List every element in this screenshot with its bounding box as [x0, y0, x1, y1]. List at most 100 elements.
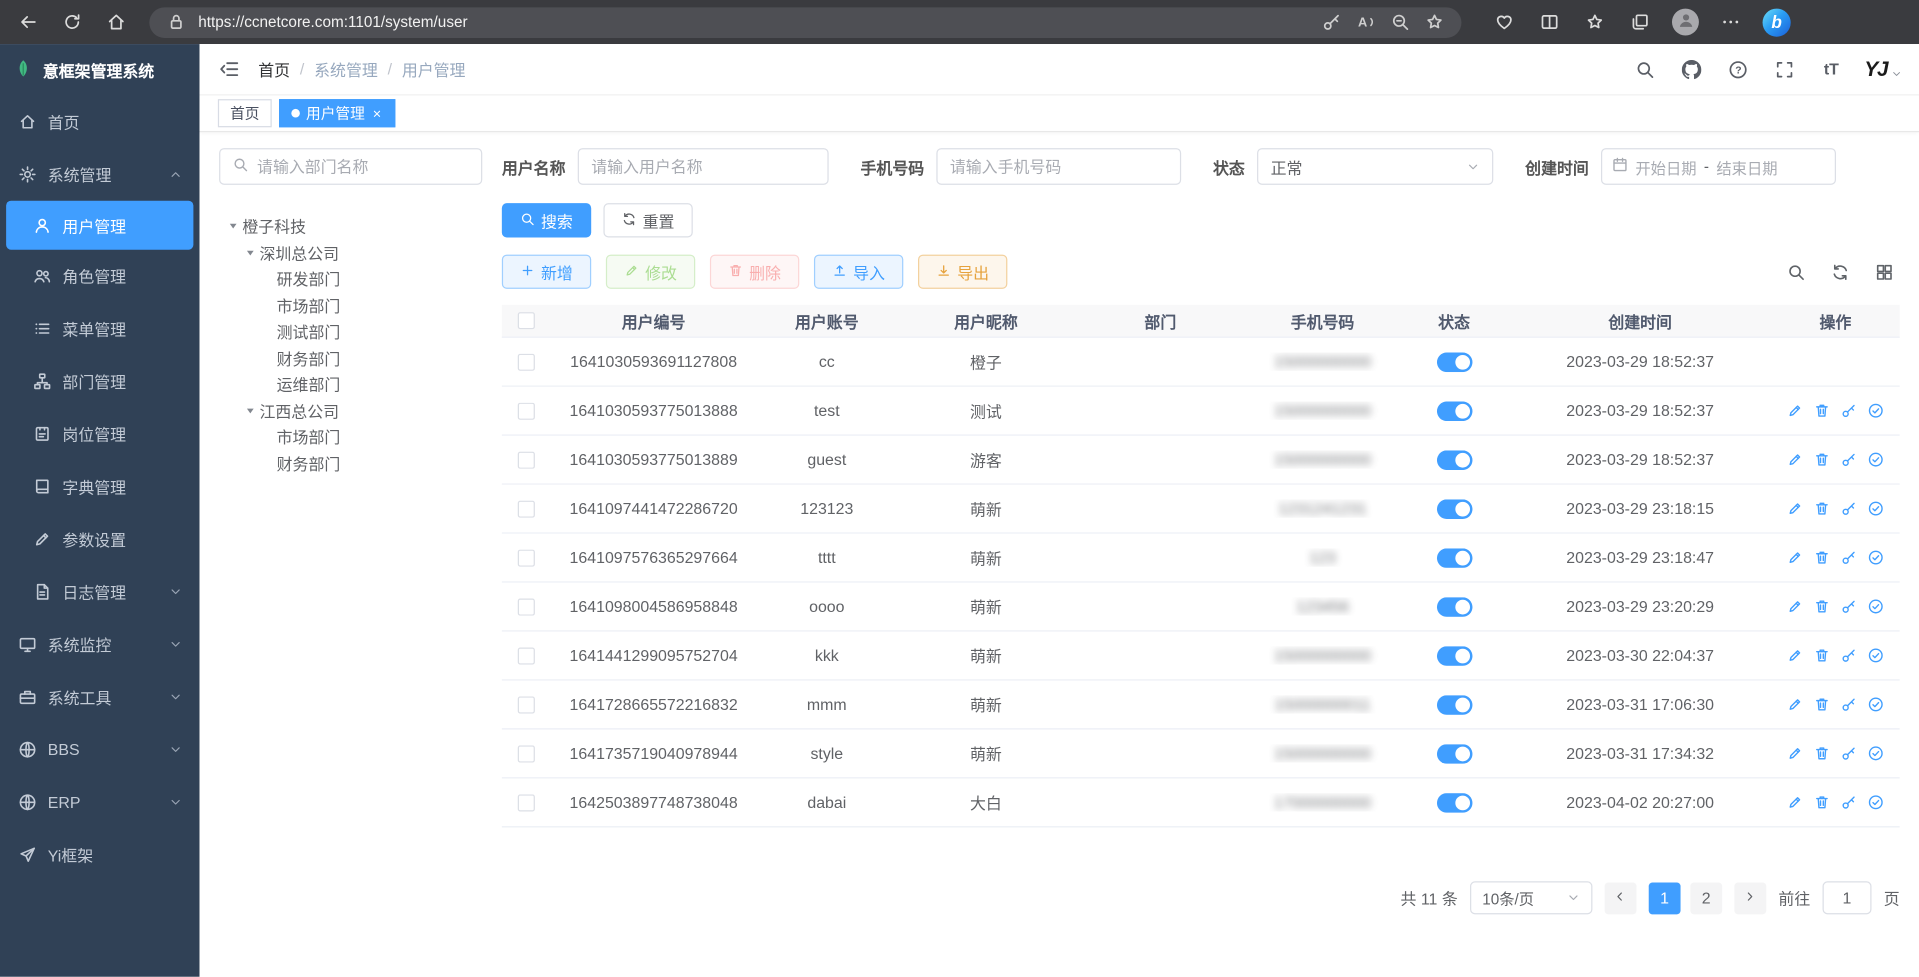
tree-node[interactable]: 橙子科技 — [219, 213, 482, 239]
sidebar-item-system[interactable]: 系统管理 — [0, 148, 200, 201]
row-delete-icon[interactable] — [1814, 745, 1830, 761]
table-row[interactable]: 1641728665572216832mmm萌新150000000112023-… — [502, 681, 1900, 730]
row-reset-password-icon[interactable] — [1841, 696, 1857, 712]
row-reset-password-icon[interactable] — [1841, 452, 1857, 468]
row-checkbox[interactable] — [518, 451, 535, 468]
browser-refresh-button[interactable] — [59, 9, 86, 36]
phone-input[interactable] — [936, 148, 1181, 185]
row-checkbox[interactable] — [518, 549, 535, 566]
close-icon[interactable] — [371, 107, 383, 119]
next-page-button[interactable] — [1734, 882, 1766, 914]
sidebar-item-home[interactable]: 首页 — [0, 95, 200, 148]
row-assign-role-icon[interactable] — [1868, 745, 1884, 761]
reset-button[interactable]: 重置 — [603, 203, 692, 237]
row-delete-icon[interactable] — [1814, 696, 1830, 712]
table-row[interactable]: 1641735719040978944style萌新15000000000202… — [502, 730, 1900, 779]
browser-home-button[interactable] — [103, 9, 130, 36]
row-assign-role-icon[interactable] — [1868, 452, 1884, 468]
table-row[interactable]: 1641030593691127808cc橙子150000000002023-0… — [502, 338, 1900, 387]
refresh-table-icon[interactable] — [1829, 261, 1851, 283]
tree-node[interactable]: 江西总公司 — [219, 397, 482, 423]
help-icon[interactable]: ? — [1725, 56, 1752, 83]
row-assign-role-icon[interactable] — [1868, 794, 1884, 810]
toggle-search-icon[interactable] — [1785, 261, 1807, 283]
browser-essentials-icon[interactable] — [1491, 9, 1518, 36]
edit-button[interactable]: 修改 — [606, 255, 695, 289]
select-all-checkbox[interactable] — [518, 312, 535, 329]
tree-node[interactable]: 研发部门 — [219, 266, 482, 292]
status-toggle[interactable] — [1436, 597, 1471, 617]
tree-node[interactable]: 财务部门 — [219, 345, 482, 371]
tree-node[interactable]: 财务部门 — [219, 450, 482, 476]
page-button-2[interactable]: 2 — [1690, 882, 1722, 914]
sidebar-item-log[interactable]: 日志管理 — [0, 565, 200, 618]
sidebar-item-yi-framework[interactable]: Yi框架 — [0, 829, 200, 882]
row-reset-password-icon[interactable] — [1841, 794, 1857, 810]
status-toggle[interactable] — [1436, 548, 1471, 568]
row-assign-role-icon[interactable] — [1868, 696, 1884, 712]
sidebar-item-menu[interactable]: 菜单管理 — [0, 302, 200, 355]
table-row[interactable]: 1642503897748738048dabai大白17000000000202… — [502, 778, 1900, 827]
sidebar-item-post[interactable]: 岗位管理 — [0, 408, 200, 461]
tree-node[interactable]: 运维部门 — [219, 371, 482, 397]
row-reset-password-icon[interactable] — [1841, 599, 1857, 615]
status-toggle[interactable] — [1436, 793, 1471, 813]
fullscreen-icon[interactable] — [1771, 56, 1798, 83]
status-toggle[interactable] — [1436, 499, 1471, 519]
table-row[interactable]: 1641441299095752704kkk萌新150000000002023-… — [502, 632, 1900, 681]
sidebar-item-tools[interactable]: 系统工具 — [0, 671, 200, 724]
prev-page-button[interactable] — [1605, 882, 1637, 914]
profile-avatar[interactable] — [1672, 9, 1699, 36]
tab-user-manage[interactable]: 用户管理 — [279, 99, 395, 127]
table-row[interactable]: 1641030593775013888test测试150000000002023… — [502, 387, 1900, 436]
row-edit-icon[interactable] — [1787, 550, 1803, 566]
row-edit-icon[interactable] — [1787, 452, 1803, 468]
page-size-select[interactable]: 10条/页 — [1470, 881, 1592, 914]
row-assign-role-icon[interactable] — [1868, 647, 1884, 663]
sidebar-item-dict[interactable]: 字典管理 — [0, 460, 200, 513]
table-row[interactable]: 1641097441472286720123123萌新1231241231202… — [502, 485, 1900, 534]
tree-node[interactable]: 市场部门 — [219, 424, 482, 450]
row-assign-role-icon[interactable] — [1868, 599, 1884, 615]
row-delete-icon[interactable] — [1814, 452, 1830, 468]
tree-node[interactable]: 市场部门 — [219, 292, 482, 318]
breadcrumb-item[interactable]: 用户管理 — [402, 58, 466, 81]
row-assign-role-icon[interactable] — [1868, 501, 1884, 517]
row-delete-icon[interactable] — [1814, 794, 1830, 810]
breadcrumb-item[interactable]: 系统管理 — [314, 58, 378, 81]
caret-down-icon[interactable] — [241, 401, 259, 419]
row-reset-password-icon[interactable] — [1841, 647, 1857, 663]
sidebar-item-dept[interactable]: 部门管理 — [0, 355, 200, 408]
github-icon[interactable] — [1678, 56, 1705, 83]
row-assign-role-icon[interactable] — [1868, 403, 1884, 419]
status-toggle[interactable] — [1436, 450, 1471, 470]
table-row[interactable]: 1641097576365297664tttt萌新1232023-03-29 2… — [502, 534, 1900, 583]
favorites-icon[interactable] — [1581, 9, 1608, 36]
browser-back-button[interactable] — [15, 9, 42, 36]
zoom-icon[interactable] — [1388, 10, 1412, 34]
row-edit-icon[interactable] — [1787, 403, 1803, 419]
row-edit-icon[interactable] — [1787, 599, 1803, 615]
row-edit-icon[interactable] — [1787, 745, 1803, 761]
status-toggle[interactable] — [1436, 744, 1471, 764]
row-checkbox[interactable] — [518, 647, 535, 664]
tree-node[interactable]: 深圳总公司 — [219, 239, 482, 265]
status-toggle[interactable] — [1436, 401, 1471, 421]
read-aloud-icon[interactable]: A — [1354, 10, 1378, 34]
row-reset-password-icon[interactable] — [1841, 403, 1857, 419]
row-edit-icon[interactable] — [1787, 647, 1803, 663]
browser-menu-icon[interactable] — [1717, 9, 1744, 36]
row-checkbox[interactable] — [518, 794, 535, 811]
add-favorite-icon[interactable] — [1422, 10, 1446, 34]
sidebar-item-erp[interactable]: ERP — [0, 776, 200, 829]
row-delete-icon[interactable] — [1814, 403, 1830, 419]
row-checkbox[interactable] — [518, 353, 535, 370]
import-button[interactable]: 导入 — [814, 255, 903, 289]
caret-down-icon[interactable] — [224, 217, 242, 235]
font-size-icon[interactable]: tT — [1818, 56, 1845, 83]
page-button-1[interactable]: 1 — [1649, 882, 1681, 914]
sidebar-item-bbs[interactable]: BBS — [0, 723, 200, 776]
row-edit-icon[interactable] — [1787, 501, 1803, 517]
row-delete-icon[interactable] — [1814, 599, 1830, 615]
column-settings-icon[interactable] — [1873, 261, 1895, 283]
